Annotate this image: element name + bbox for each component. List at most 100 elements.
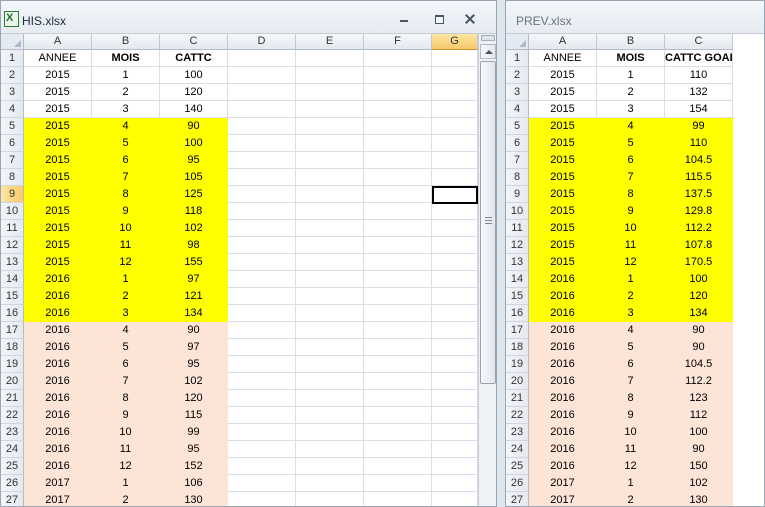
cell-d11[interactable]: [228, 220, 296, 237]
cell-a3[interactable]: 2015: [24, 84, 92, 101]
cell-g19[interactable]: [432, 356, 478, 373]
row-header[interactable]: 24: [506, 441, 529, 458]
row-header[interactable]: 16: [1, 305, 24, 322]
cell-a19[interactable]: 2016: [529, 356, 597, 373]
row-header[interactable]: 17: [506, 322, 529, 339]
cell-g10[interactable]: [432, 203, 478, 220]
cell-c5[interactable]: 99: [665, 118, 733, 135]
cell-a26[interactable]: 2017: [24, 475, 92, 492]
cell-e23[interactable]: [296, 424, 364, 441]
cell-d25[interactable]: [228, 458, 296, 475]
cell-e20[interactable]: [296, 373, 364, 390]
cell-e1[interactable]: [296, 50, 364, 67]
cell-f2[interactable]: [364, 67, 432, 84]
cell-b19[interactable]: 6: [597, 356, 665, 373]
cell-g22[interactable]: [432, 407, 478, 424]
cell-g15[interactable]: [432, 288, 478, 305]
cell-f13[interactable]: [364, 254, 432, 271]
cell-b17[interactable]: 4: [597, 322, 665, 339]
cell-c20[interactable]: 112.2: [665, 373, 733, 390]
cell-c19[interactable]: 95: [160, 356, 228, 373]
cell-a22[interactable]: 2016: [24, 407, 92, 424]
cell-c17[interactable]: 90: [160, 322, 228, 339]
cell-a21[interactable]: 2016: [529, 390, 597, 407]
cell-b12[interactable]: 11: [597, 237, 665, 254]
cell-a9[interactable]: 2015: [24, 186, 92, 203]
cell-c1[interactable]: CATTC GOAL: [665, 50, 733, 67]
cell-a4[interactable]: 2015: [24, 101, 92, 118]
cell-b26[interactable]: 1: [92, 475, 160, 492]
cell-a11[interactable]: 2015: [24, 220, 92, 237]
cell-e7[interactable]: [296, 152, 364, 169]
cell-e3[interactable]: [296, 84, 364, 101]
cell-c1[interactable]: CATTC: [160, 50, 228, 67]
row-header[interactable]: 24: [1, 441, 24, 458]
row-header[interactable]: 13: [1, 254, 24, 271]
cell-e19[interactable]: [296, 356, 364, 373]
minimize-icon[interactable]: [397, 13, 411, 25]
cell-a16[interactable]: 2016: [529, 305, 597, 322]
cell-d23[interactable]: [228, 424, 296, 441]
row-header[interactable]: 7: [1, 152, 24, 169]
row-header[interactable]: 26: [1, 475, 24, 492]
row-header[interactable]: 8: [506, 169, 529, 186]
cell-b4[interactable]: 3: [597, 101, 665, 118]
column-header-g[interactable]: G: [432, 34, 478, 50]
cell-c8[interactable]: 105: [160, 169, 228, 186]
cell-c21[interactable]: 120: [160, 390, 228, 407]
cell-b5[interactable]: 4: [597, 118, 665, 135]
cell-d12[interactable]: [228, 237, 296, 254]
cell-c26[interactable]: 106: [160, 475, 228, 492]
cell-a21[interactable]: 2016: [24, 390, 92, 407]
cell-b11[interactable]: 10: [92, 220, 160, 237]
cell-g24[interactable]: [432, 441, 478, 458]
cell-e21[interactable]: [296, 390, 364, 407]
cell-g25[interactable]: [432, 458, 478, 475]
cell-c24[interactable]: 90: [665, 441, 733, 458]
cell-f11[interactable]: [364, 220, 432, 237]
cell-f15[interactable]: [364, 288, 432, 305]
cell-b16[interactable]: 3: [92, 305, 160, 322]
cell-b27[interactable]: 2: [597, 492, 665, 506]
cell-g5[interactable]: [432, 118, 478, 135]
cell-f1[interactable]: [364, 50, 432, 67]
cell-g7[interactable]: [432, 152, 478, 169]
cell-e8[interactable]: [296, 169, 364, 186]
cell-b23[interactable]: 10: [597, 424, 665, 441]
cell-a25[interactable]: 2016: [24, 458, 92, 475]
cell-d19[interactable]: [228, 356, 296, 373]
cell-g4[interactable]: [432, 101, 478, 118]
cell-f5[interactable]: [364, 118, 432, 135]
cell-c25[interactable]: 150: [665, 458, 733, 475]
cell-f27[interactable]: [364, 492, 432, 506]
cell-d16[interactable]: [228, 305, 296, 322]
cell-c13[interactable]: 170.5: [665, 254, 733, 271]
cell-c3[interactable]: 132: [665, 84, 733, 101]
cell-c27[interactable]: 130: [160, 492, 228, 506]
row-header[interactable]: 1: [506, 50, 529, 67]
cell-a27[interactable]: 2017: [24, 492, 92, 506]
cell-c23[interactable]: 100: [665, 424, 733, 441]
cell-b11[interactable]: 10: [597, 220, 665, 237]
row-header[interactable]: 23: [506, 424, 529, 441]
cell-g14[interactable]: [432, 271, 478, 288]
cell-f9[interactable]: [364, 186, 432, 203]
cell-d15[interactable]: [228, 288, 296, 305]
cell-c12[interactable]: 107.8: [665, 237, 733, 254]
cell-c21[interactable]: 123: [665, 390, 733, 407]
cell-c5[interactable]: 90: [160, 118, 228, 135]
cell-d13[interactable]: [228, 254, 296, 271]
cell-a4[interactable]: 2015: [529, 101, 597, 118]
cell-b21[interactable]: 8: [92, 390, 160, 407]
cell-g16[interactable]: [432, 305, 478, 322]
cell-g26[interactable]: [432, 475, 478, 492]
workbook-window-his[interactable]: HIS.xlsx ABCDEFG 1ANNEEMOISCATTC22015110…: [0, 0, 497, 507]
cell-a16[interactable]: 2016: [24, 305, 92, 322]
row-header[interactable]: 16: [506, 305, 529, 322]
row-header[interactable]: 27: [506, 492, 529, 506]
cell-c19[interactable]: 104.5: [665, 356, 733, 373]
cell-a14[interactable]: 2016: [529, 271, 597, 288]
row-header[interactable]: 9: [1, 186, 24, 203]
row-header[interactable]: 22: [1, 407, 24, 424]
cell-e22[interactable]: [296, 407, 364, 424]
